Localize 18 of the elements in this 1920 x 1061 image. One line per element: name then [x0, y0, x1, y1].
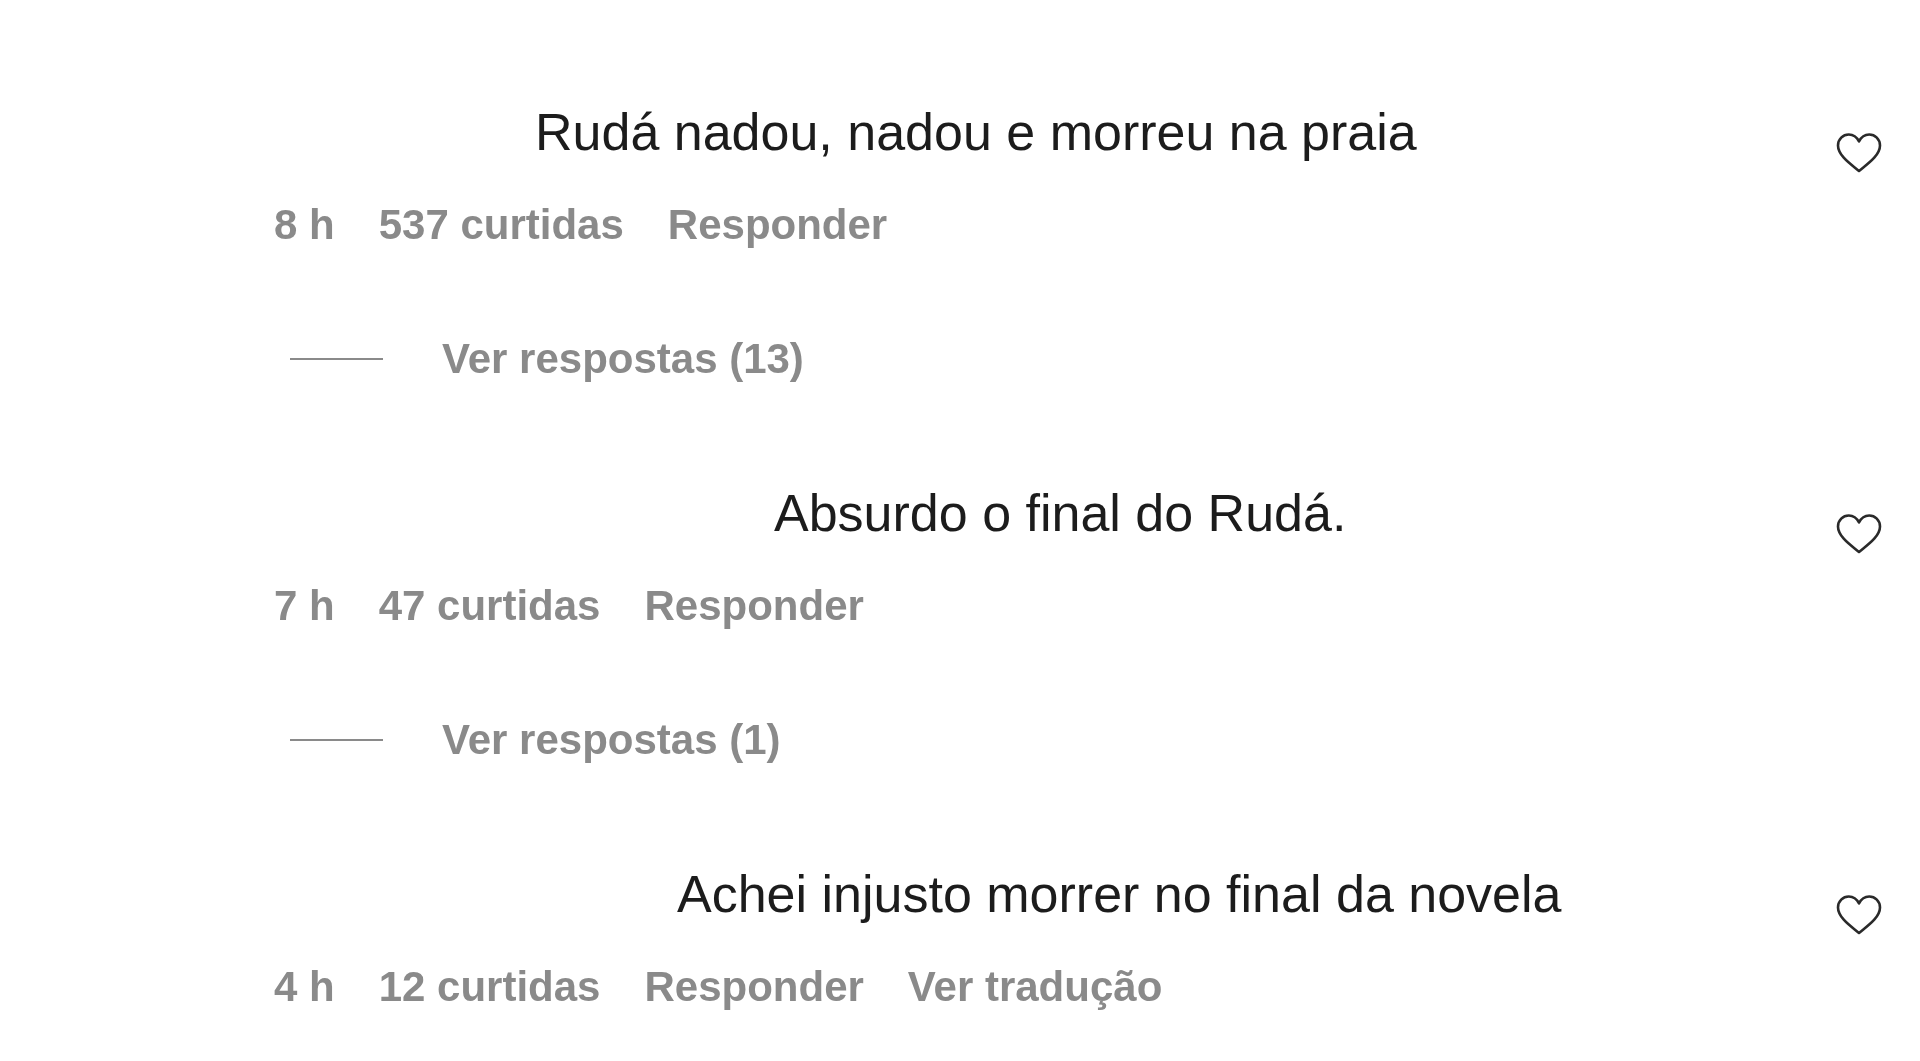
comment-time: 7 h	[274, 581, 335, 631]
heart-icon[interactable]	[1836, 514, 1882, 554]
comment-text: Achei injusto morrer no final da novela	[677, 864, 1562, 924]
comment-action-link[interactable]: Responder	[667, 199, 888, 251]
likes-count-link[interactable]: 47 curtidas	[378, 580, 601, 632]
likes-count-link[interactable]: 537 curtidas	[378, 199, 624, 251]
comment-action-link[interactable]: Responder	[644, 580, 864, 632]
comment-text: Rudá nadou, nadou e morreu na praia	[535, 102, 1417, 162]
view-replies-button[interactable]: Ver respostas (13)	[290, 333, 804, 385]
view-replies-button[interactable]: Ver respostas (1)	[290, 714, 781, 766]
heart-icon[interactable]	[1836, 895, 1882, 935]
comment-action-link[interactable]: Ver tradução	[907, 961, 1163, 1013]
comment-time: 8 h	[274, 200, 335, 250]
comment-text: Absurdo o final do Rudá.	[774, 483, 1347, 543]
likes-count-link[interactable]: 12 curtidas	[378, 961, 601, 1013]
heart-icon[interactable]	[1836, 133, 1882, 173]
comment-action-link[interactable]: Responder	[644, 961, 864, 1013]
comment-time: 4 h	[274, 962, 335, 1012]
